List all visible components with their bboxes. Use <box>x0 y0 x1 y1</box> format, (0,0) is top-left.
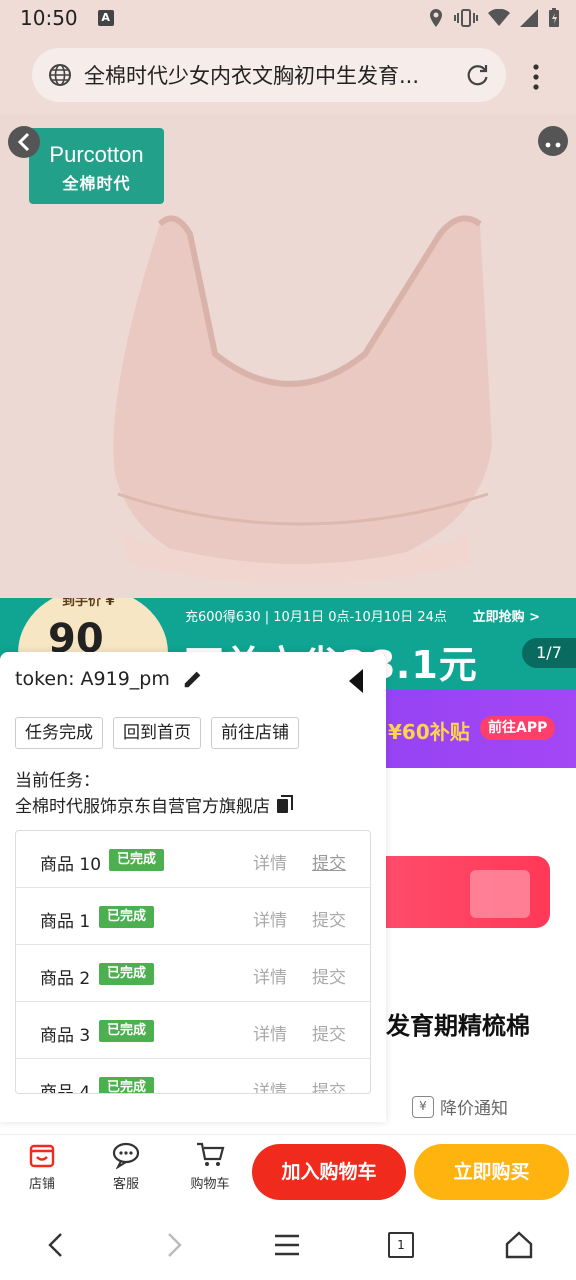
buy-now-button[interactable]: 立即购买 <box>414 1144 569 1200</box>
submit-link[interactable]: 提交 <box>312 963 346 988</box>
status-time: 10:50 <box>20 6 78 30</box>
overflow-menu-icon[interactable] <box>526 62 546 92</box>
table-row: 商品 10 已完成 详情 提交 <box>16 831 370 888</box>
final-price-label: 到手价 ¥ <box>62 598 115 609</box>
status-badge: 已完成 <box>99 1020 155 1042</box>
hamburger-menu-icon[interactable] <box>272 1230 302 1260</box>
submit-link[interactable]: 提交 <box>312 849 346 874</box>
image-counter: 1/7 <box>522 638 576 668</box>
wifi-icon <box>488 9 510 26</box>
detail-link[interactable]: 详情 <box>253 849 287 874</box>
panel-button-row: 任务完成 回到首页 前往店铺 <box>15 717 299 749</box>
price-notice-link[interactable]: ¥ 降价通知 <box>412 1094 508 1119</box>
item-name: 商品 1 <box>40 912 91 932</box>
status-badge: 已完成 <box>109 849 165 871</box>
signal-icon <box>520 9 538 27</box>
collapse-panel-icon[interactable] <box>347 667 365 695</box>
pencil-icon[interactable] <box>182 668 204 690</box>
shopping-cart-icon <box>197 1142 225 1166</box>
home-icon[interactable] <box>504 1230 534 1260</box>
table-row: 商品 4 已完成 详情 提交 <box>16 1059 370 1094</box>
status-badge: 已完成 <box>99 1077 155 1093</box>
task-store-name: 全棉时代服饰京东自营官方旗舰店 <box>15 797 270 817</box>
shop-button[interactable]: 店铺 <box>12 1141 72 1192</box>
gift-box-icon <box>470 870 530 918</box>
detail-link[interactable]: 详情 <box>253 1020 287 1045</box>
forward-arrow-icon[interactable] <box>158 1230 188 1260</box>
detail-link[interactable]: 详情 <box>253 1077 287 1093</box>
product-title-fragment: 发育期精梳棉 <box>386 1012 530 1040</box>
globe-icon <box>49 64 71 86</box>
copy-icon[interactable] <box>276 794 294 815</box>
reload-icon[interactable] <box>464 62 490 88</box>
battery-icon <box>549 8 559 27</box>
customer-service-label: 客服 <box>112 1177 139 1192</box>
shop-label: 店铺 <box>28 1177 55 1192</box>
item-name: 商品 4 <box>40 1083 91 1094</box>
open-app-button[interactable]: 前往APP <box>480 716 556 740</box>
back-button[interactable] <box>8 126 40 158</box>
table-row: 商品 2 已完成 详情 提交 <box>16 945 370 1002</box>
submit-link[interactable]: 提交 <box>312 906 346 931</box>
submit-link[interactable]: 提交 <box>312 1077 346 1093</box>
chat-bubble-icon <box>112 1142 140 1169</box>
browser-nav-bar: 1 <box>0 1208 576 1280</box>
item-name: 商品 2 <box>40 969 91 989</box>
promo-period-text: 充600得630 | 10月1日 0点-10月10日 24点 <box>185 610 447 625</box>
subsidy-text: ¥60补贴 <box>388 720 470 744</box>
address-bar[interactable]: 全棉时代少女内衣文胸初中生发育... <box>32 48 506 102</box>
location-icon <box>430 9 442 27</box>
item-name: 商品 10 <box>40 855 102 875</box>
detail-link[interactable]: 详情 <box>253 963 287 988</box>
table-row: 商品 1 已完成 详情 提交 <box>16 888 370 945</box>
token-row: token: A919_pm <box>15 668 204 690</box>
chevron-left-icon <box>17 132 30 152</box>
current-task-label: 当前任务： <box>15 771 100 791</box>
bra-product-illustration <box>113 215 492 584</box>
back-arrow-icon[interactable] <box>42 1230 72 1260</box>
task-panel: token: A919_pm 任务完成 回到首页 前往店铺 当前任务： 全棉时代… <box>0 652 386 1122</box>
customer-service-button[interactable]: 客服 <box>96 1141 156 1192</box>
back-home-button[interactable]: 回到首页 <box>113 717 201 749</box>
page-url-title[interactable]: 全棉时代少女内衣文胸初中生发育... <box>84 60 464 90</box>
current-task-name: 全棉时代服饰京东自营官方旗舰店 <box>15 792 294 817</box>
item-name: 商品 3 <box>40 1026 91 1046</box>
product-action-bar: 店铺 客服 购物车 加入购物车 立即购买 <box>0 1134 576 1208</box>
token-value: A919_pm <box>80 668 170 690</box>
cart-label: 购物车 <box>190 1177 230 1192</box>
yen-icon: ¥ <box>412 1095 434 1118</box>
browser-toolbar: 全棉时代少女内衣文胸初中生发育... <box>0 36 576 114</box>
cart-button[interactable]: 购物车 <box>180 1141 240 1192</box>
vibrate-icon <box>454 9 478 27</box>
go-store-button[interactable]: 前往店铺 <box>211 717 299 749</box>
detail-link[interactable]: 详情 <box>253 906 287 931</box>
shop-icon <box>29 1144 55 1168</box>
task-item-list[interactable]: 商品 10 已完成 详情 提交 商品 1 已完成 详情 提交 商品 2 已完成 … <box>15 830 371 1094</box>
status-bar: 10:50 A <box>0 0 576 36</box>
submit-link[interactable]: 提交 <box>312 1020 346 1045</box>
token-label: token: <box>15 668 75 690</box>
task-complete-button[interactable]: 任务完成 <box>15 717 103 749</box>
product-image[interactable]: Purcotton 全棉时代 <box>0 114 576 598</box>
more-dots-icon <box>545 142 561 148</box>
a-notification-icon: A <box>97 10 114 26</box>
table-row: 商品 3 已完成 详情 提交 <box>16 1002 370 1059</box>
tabs-count: 1 <box>397 1238 405 1252</box>
promo-buy-link[interactable]: 立即抢购 > <box>473 606 540 625</box>
price-notice-label: 降价通知 <box>440 1099 508 1119</box>
more-button[interactable] <box>538 126 568 156</box>
status-badge: 已完成 <box>99 963 155 985</box>
status-badge: 已完成 <box>99 906 155 928</box>
tabs-switcher-icon[interactable]: 1 <box>388 1232 414 1258</box>
add-to-cart-button[interactable]: 加入购物车 <box>252 1144 406 1200</box>
